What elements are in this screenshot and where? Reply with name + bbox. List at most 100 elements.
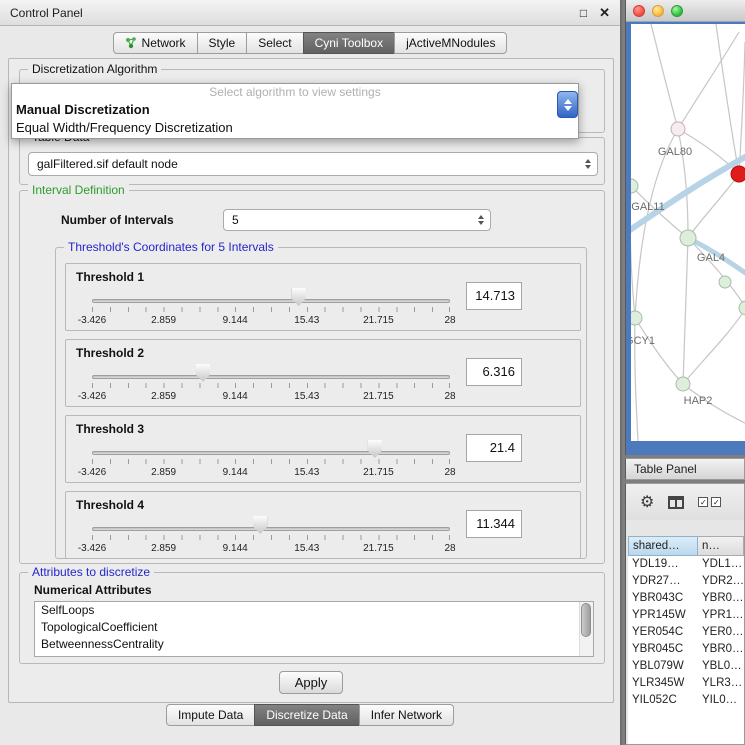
tick-label: 28	[444, 391, 455, 402]
table-cell: YER0…	[698, 624, 744, 641]
table-row[interactable]: YBR045CYBR0…	[628, 641, 744, 658]
table-cell: YBR045C	[628, 641, 698, 658]
checkbox-icon[interactable]: ✓	[698, 497, 708, 507]
tick-label: 15.43	[294, 543, 319, 554]
slider-handle[interactable]	[368, 440, 382, 458]
network-edge[interactable]	[716, 24, 739, 174]
network-edge[interactable]	[683, 238, 688, 384]
threshold-value-field[interactable]: 6.316	[466, 358, 522, 386]
list-scrollbar[interactable]	[579, 602, 593, 656]
table-row[interactable]: YBR043CYBR0…	[628, 590, 744, 607]
network-edge[interactable]	[683, 308, 745, 384]
threshold-value-field[interactable]: 14.713	[466, 282, 522, 310]
network-edge[interactable]	[635, 318, 683, 384]
gear-icon[interactable]: ⚙	[640, 492, 654, 512]
table-data-combo[interactable]: galFiltered.sif default node	[28, 152, 598, 176]
network-node-green[interactable]	[680, 230, 696, 246]
table-cell: YIL0…	[698, 692, 744, 709]
arrow-up-icon	[564, 99, 572, 104]
columns-icon[interactable]	[668, 496, 684, 509]
column-header-shared-name[interactable]: shared…	[628, 536, 698, 556]
threshold-value-field[interactable]: 21.4	[466, 434, 522, 462]
table-cell: YBL0…	[698, 658, 744, 675]
tab-discretize-data[interactable]: Discretize Data	[254, 704, 359, 726]
slider-track[interactable]	[92, 375, 450, 379]
minimize-traffic-light[interactable]	[652, 5, 664, 17]
tab-impute-data[interactable]: Impute Data	[166, 704, 255, 726]
tab-jactivemnodules[interactable]: jActiveMNodules	[394, 32, 507, 54]
panel-title: Control Panel	[10, 6, 83, 20]
threshold-slider[interactable]: -3.4262.8599.14415.4321.71528	[92, 440, 450, 482]
tick-label: 9.144	[223, 467, 248, 478]
table-row[interactable]: YDL19…YDL1…	[628, 556, 744, 573]
list-item[interactable]: BetweennessCentrality	[35, 636, 593, 653]
table-row[interactable]: YPR145WYPR1…	[628, 607, 744, 624]
column-header-name[interactable]: n…	[698, 536, 744, 556]
tab-style[interactable]: Style	[197, 32, 248, 54]
slider-handle[interactable]	[196, 364, 210, 382]
slider-tick-labels: -3.4262.8599.14415.4321.71528	[92, 467, 450, 479]
tab-cyni-toolbox[interactable]: Cyni Toolbox	[303, 32, 395, 54]
number-of-intervals-combo[interactable]: 5	[223, 209, 491, 231]
close-traffic-light[interactable]	[633, 5, 645, 17]
slider-track[interactable]	[92, 299, 450, 303]
threshold-panel-1: Threshold 1 -3.4262.8599.14415.4321.7152…	[65, 263, 581, 331]
network-view-window: GAL80GAL11GAL4GCY1HAP2	[625, 0, 745, 455]
checkbox-icon[interactable]: ✓	[711, 497, 721, 507]
network-node-green[interactable]	[676, 377, 690, 391]
slider-tick-labels: -3.4262.8599.14415.4321.71528	[92, 315, 450, 327]
threshold-slider[interactable]: -3.4262.8599.14415.4321.71528	[92, 288, 450, 330]
table-header-row: shared… n…	[628, 536, 744, 556]
network-edge[interactable]	[678, 32, 739, 129]
attributes-group: Attributes to discretize Numerical Attri…	[19, 572, 605, 664]
table-row[interactable]: YBL079WYBL0…	[628, 658, 744, 675]
apply-button[interactable]: Apply	[279, 671, 343, 694]
slider-handle[interactable]	[292, 288, 306, 306]
network-canvas[interactable]: GAL80GAL11GAL4GCY1HAP2	[631, 24, 745, 441]
network-edge[interactable]	[688, 238, 745, 308]
network-node-pink[interactable]	[671, 122, 685, 136]
threshold-panel-2: Threshold 2 -3.4262.8599.14415.4321.7152…	[65, 339, 581, 407]
float-window-icon[interactable]: □	[580, 6, 587, 20]
slider-track[interactable]	[92, 527, 450, 531]
table-panel-titlebar[interactable]: Table Panel	[625, 458, 745, 480]
slider-track[interactable]	[92, 451, 450, 455]
algorithm-combo-arrows[interactable]	[557, 91, 578, 118]
network-node-green[interactable]	[739, 301, 745, 315]
number-of-intervals-value: 5	[232, 213, 239, 227]
slider-ticks	[92, 459, 450, 464]
tab-select[interactable]: Select	[246, 32, 303, 54]
close-icon[interactable]: ✕	[599, 5, 610, 21]
tick-label: 21.715	[363, 467, 394, 478]
network-node-red[interactable]	[731, 166, 745, 182]
network-node-green[interactable]	[631, 179, 638, 193]
tab-label: Discretize Data	[266, 705, 347, 725]
threshold-slider[interactable]: -3.4262.8599.14415.4321.71528	[92, 516, 450, 558]
table-row[interactable]: YER054CYER0…	[628, 624, 744, 641]
table-cell: YDL19…	[628, 556, 698, 573]
network-node-green[interactable]	[631, 311, 642, 325]
list-item[interactable]: SelfLoops	[35, 602, 593, 619]
list-item[interactable]: TopologicalCoefficient	[35, 619, 593, 636]
threshold-label: Threshold 4	[76, 498, 144, 512]
tab-infer-network[interactable]: Infer Network	[359, 704, 454, 726]
slider-handle[interactable]	[253, 516, 267, 534]
threshold-value-field[interactable]: 11.344	[466, 510, 522, 538]
tick-label: 2.859	[151, 315, 176, 326]
threshold-panel-3: Threshold 3 -3.4262.8599.14415.4321.7152…	[65, 415, 581, 483]
scrollbar-thumb[interactable]	[581, 603, 591, 637]
table-row[interactable]: YDR27…YDR2…	[628, 573, 744, 590]
table-cell: YBL079W	[628, 658, 698, 675]
zoom-traffic-light[interactable]	[671, 5, 683, 17]
table-row[interactable]: YLR345WYLR3…	[628, 675, 744, 692]
dropdown-option-equal-width[interactable]: Equal Width/Frequency Discretization	[12, 119, 578, 137]
tab-network[interactable]: Network	[113, 32, 198, 54]
dropdown-option-manual[interactable]: Manual Discretization	[12, 101, 578, 119]
network-node-green[interactable]	[719, 276, 731, 288]
combo-arrows-icon	[585, 153, 591, 175]
select-checks[interactable]: ✓ ✓	[698, 497, 721, 507]
tick-label: 21.715	[363, 543, 394, 554]
network-edge[interactable]	[651, 24, 678, 129]
table-row[interactable]: YIL052CYIL0…	[628, 692, 744, 709]
threshold-slider[interactable]: -3.4262.8599.14415.4321.71528	[92, 364, 450, 406]
